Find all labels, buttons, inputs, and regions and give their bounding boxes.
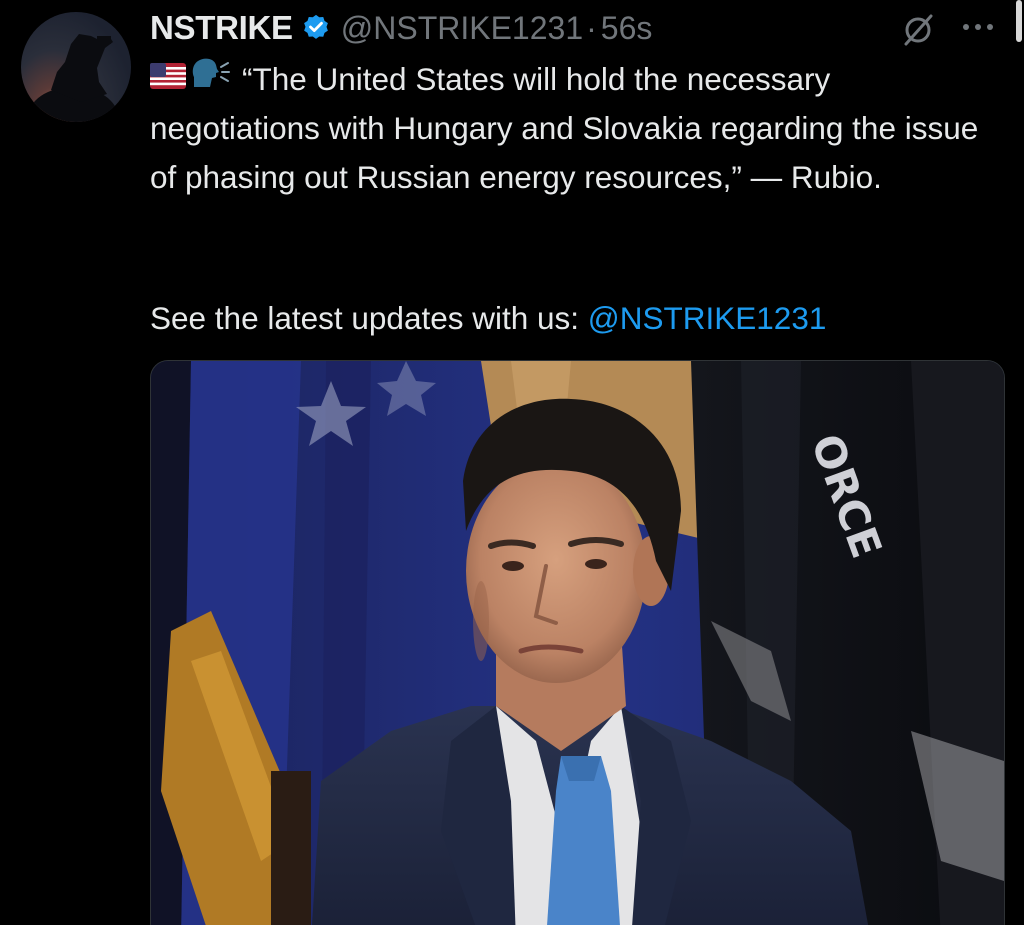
more-icon[interactable] <box>960 14 996 34</box>
display-name[interactable]: NSTRIKE <box>150 9 293 47</box>
grok-icon[interactable] <box>900 12 936 53</box>
avatar[interactable] <box>21 12 131 122</box>
us-flag-emoji <box>150 54 186 103</box>
cta-text: See the latest updates with us: <box>150 300 588 336</box>
author-handle[interactable]: @NSTRIKE1231 <box>341 10 583 47</box>
verified-badge-icon[interactable] <box>301 13 331 43</box>
tweet-quote: “The United States will hold the necessa… <box>150 61 979 195</box>
tweet[interactable]: NSTRIKE @NSTRIKE1231 · 56s “The United S… <box>0 0 1024 925</box>
header-separator: · <box>586 9 597 46</box>
mention-link[interactable]: @NSTRIKE1231 <box>588 300 827 336</box>
scrollbar[interactable] <box>1016 0 1022 42</box>
speaking-head-emoji <box>190 54 230 103</box>
cta-line: See the latest updates with us: @NSTRIKE… <box>150 294 826 343</box>
tweet-photo[interactable]: ORCE <box>150 360 1005 925</box>
timestamp[interactable]: 56s <box>601 10 653 47</box>
tweet-header: NSTRIKE @NSTRIKE1231 · 56s <box>150 6 652 50</box>
tweet-text: “The United States will hold the necessa… <box>150 55 1000 202</box>
